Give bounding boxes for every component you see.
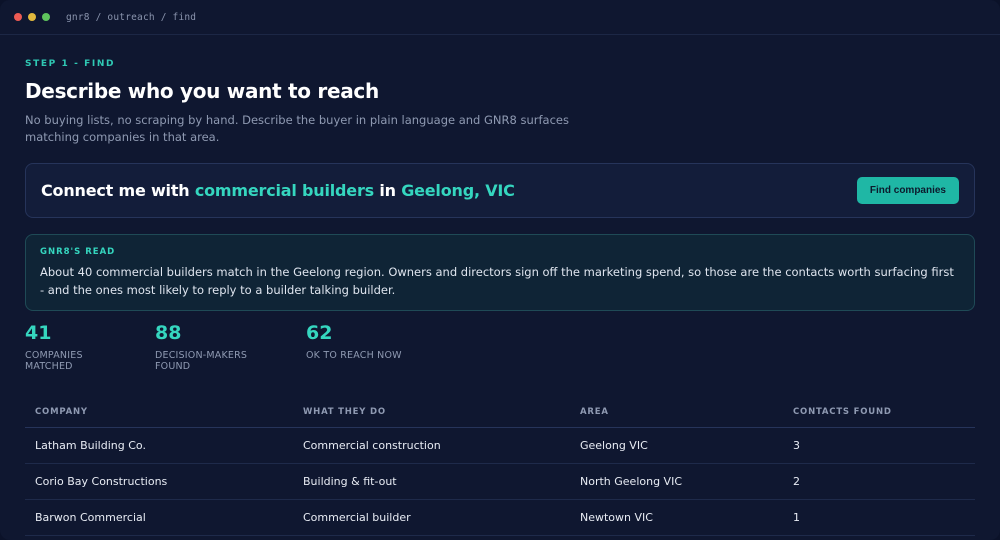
title-bar: gnr8 / outreach / find: [0, 0, 1000, 35]
companies-table: COMPANY WHAT THEY DO AREA CONTACTS FOUND…: [25, 396, 975, 536]
column-header-company[interactable]: COMPANY: [35, 407, 303, 417]
query-text[interactable]: Connect me with commercial builders in G…: [41, 181, 515, 200]
breadcrumb: gnr8 / outreach / find: [66, 11, 197, 23]
query-prefix: Connect me with: [41, 181, 195, 200]
table-row[interactable]: Barwon Commercial Commercial builder New…: [25, 500, 975, 536]
stat-value: 88: [155, 322, 182, 344]
column-header-what-they-do[interactable]: WHAT THEY DO: [303, 407, 580, 417]
stat-decision-makers-found: 88 DECISION-MAKERS FOUND: [155, 322, 281, 372]
query-audience[interactable]: commercial builders: [195, 181, 374, 200]
maximize-window-button[interactable]: [42, 13, 50, 21]
stat-label: DECISION-MAKERS FOUND: [155, 350, 248, 372]
query-box[interactable]: Connect me with commercial builders in G…: [25, 163, 975, 218]
query-connector: in: [373, 181, 402, 200]
stat-value: 62: [306, 322, 333, 344]
stat-companies-matched: 41 COMPANIES MATCHED: [25, 322, 130, 372]
stat-ok-to-reach-now: 62 OK TO REACH NOW: [306, 322, 402, 372]
main-content: STEP 1 - FIND Describe who you want to r…: [0, 59, 1000, 536]
contacts-cell: 2: [793, 475, 800, 488]
read-text: About 40 commercial builders match in th…: [40, 265, 954, 297]
column-header-area[interactable]: AREA: [580, 407, 793, 417]
contacts-cell: 3: [793, 439, 800, 452]
query-location[interactable]: Geelong, VIC: [401, 181, 515, 200]
page-title: Describe who you want to reach: [25, 79, 379, 103]
contacts-cell: 1: [793, 511, 800, 524]
company-cell: Barwon Commercial: [35, 511, 146, 524]
stat-label: OK TO REACH NOW: [306, 350, 402, 361]
app-window: gnr8 / outreach / find STEP 1 - FIND Des…: [0, 0, 1000, 540]
step-label: STEP 1 - FIND: [25, 59, 116, 69]
stat-label: COMPANIES MATCHED: [25, 350, 83, 372]
area-cell: Geelong VIC: [580, 439, 648, 452]
activity-cell: Commercial construction: [303, 439, 441, 452]
gnr8-read-panel: GNR8'S READ About 40 commercial builders…: [25, 234, 975, 311]
close-window-button[interactable]: [14, 13, 22, 21]
area-cell: Newtown VIC: [580, 511, 653, 524]
read-label: GNR8'S READ: [40, 247, 116, 257]
area-cell: North Geelong VIC: [580, 475, 683, 488]
table-row[interactable]: Latham Building Co. Commercial construct…: [25, 428, 975, 464]
minimize-window-button[interactable]: [28, 13, 36, 21]
stats-row: 41 COMPANIES MATCHED 88 DECISION-MAKERS …: [25, 322, 975, 372]
page-description: No buying lists, no scraping by hand. De…: [25, 113, 569, 144]
activity-cell: Commercial builder: [303, 511, 411, 524]
column-header-contacts-found[interactable]: CONTACTS FOUND: [793, 407, 963, 417]
activity-cell: Building & fit-out: [303, 475, 397, 488]
table-row[interactable]: Corio Bay Constructions Building & fit-o…: [25, 464, 975, 500]
stat-value: 41: [25, 322, 52, 344]
find-companies-button[interactable]: Find companies: [856, 177, 959, 204]
company-cell: Latham Building Co.: [35, 439, 146, 452]
table-header: COMPANY WHAT THEY DO AREA CONTACTS FOUND: [25, 396, 975, 428]
company-cell: Corio Bay Constructions: [35, 475, 168, 488]
